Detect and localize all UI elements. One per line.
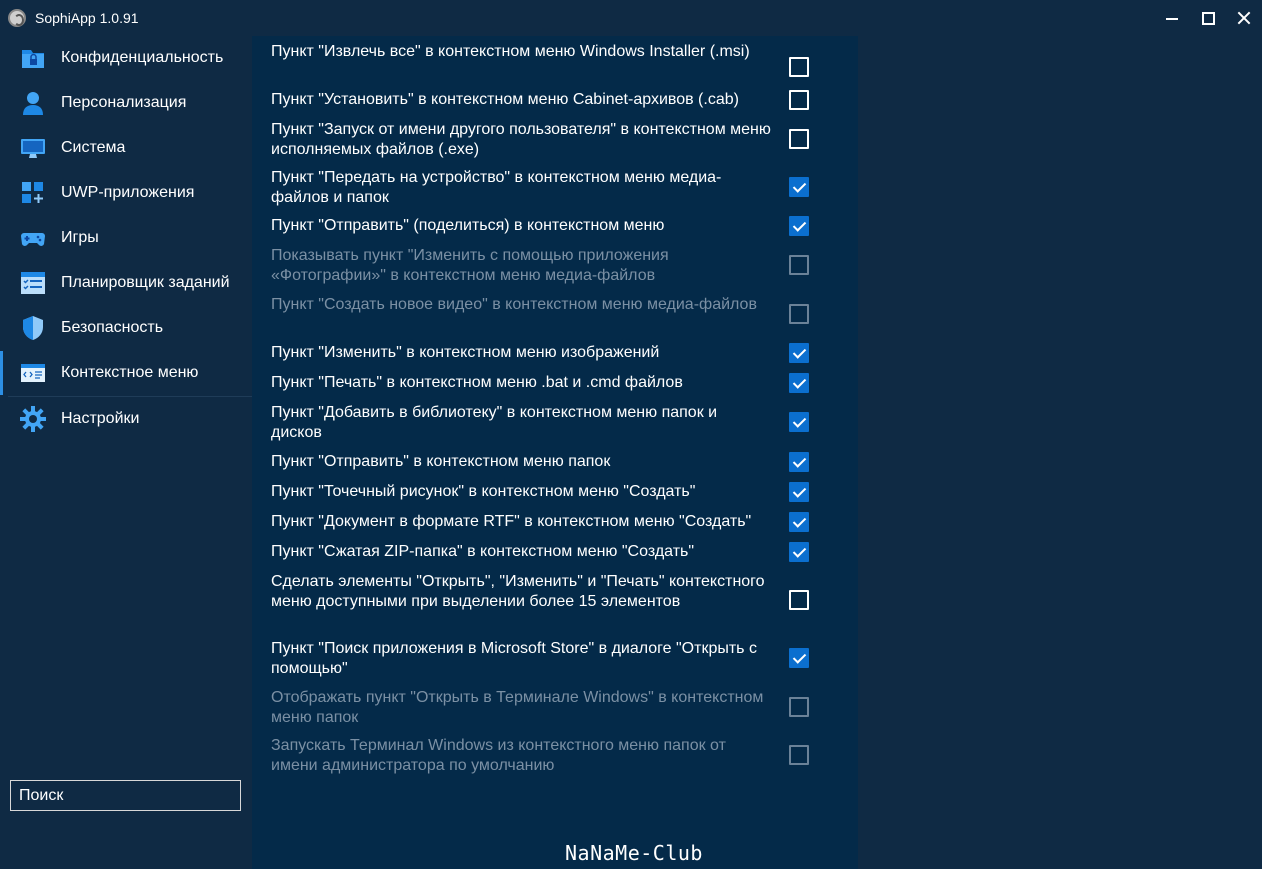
setting-checkbox[interactable]: [789, 129, 809, 149]
lock-folder-icon: [22, 50, 44, 68]
sidebar-item-context-menu[interactable]: Контекстное меню: [0, 351, 252, 395]
setting-label: Пункт "Печать" в контекстном меню .bat и…: [271, 374, 683, 391]
sidebar: Конфиденциальность Персонализация Систем…: [0, 36, 252, 869]
setting-label: Пункт "Запуск от имени другого пользоват…: [271, 121, 771, 158]
setting-checkbox[interactable]: [789, 255, 809, 275]
sidebar-item-label: Безопасность: [61, 319, 164, 336]
search-input[interactable]: [10, 780, 241, 811]
minimize-button[interactable]: [1154, 0, 1190, 36]
setting-label: Пункт "Поиск приложения в Microsoft Stor…: [271, 640, 757, 677]
setting-checkbox[interactable]: [789, 542, 809, 562]
shield-icon: [23, 316, 43, 340]
sidebar-item-label: Система: [61, 139, 126, 156]
setting-label: Пункт "Отправить" (поделиться) в контекс…: [271, 217, 665, 234]
setting-checkbox[interactable]: [789, 697, 809, 717]
sidebar-item-privacy[interactable]: Конфиденциальность: [0, 36, 252, 80]
setting-checkbox[interactable]: [789, 177, 809, 197]
setting-label: Пункт "Добавить в библиотеку" в контекст…: [271, 404, 718, 441]
setting-label: Пункт "Сжатая ZIP-папка" в контекстном м…: [271, 543, 695, 560]
apps-grid-icon: [22, 182, 43, 203]
setting-label: Запускать Терминал Windows из контекстно…: [271, 737, 726, 774]
setting-checkbox[interactable]: [789, 512, 809, 532]
context-menu-icon: [21, 364, 45, 382]
title-bar: SophiApp 1.0.91: [0, 0, 1262, 36]
setting-label: Сделать элементы "Открыть", "Изменить" и…: [271, 573, 765, 610]
sidebar-item-games[interactable]: Игры: [0, 216, 252, 260]
setting-checkbox[interactable]: [789, 373, 809, 393]
setting-checkbox[interactable]: [789, 57, 809, 77]
setting-label: Пункт "Изменить" в контекстном меню изоб…: [271, 344, 660, 361]
setting-checkbox[interactable]: [789, 216, 809, 236]
sidebar-item-task-scheduler[interactable]: Планировщик заданий: [0, 261, 252, 305]
setting-checkbox[interactable]: [789, 648, 809, 668]
sidebar-item-label: Игры: [61, 229, 99, 246]
setting-label: Пункт "Отправить" в контекстном меню пап…: [271, 453, 611, 470]
sidebar-item-label: Конфиденциальность: [61, 49, 224, 66]
maximize-icon: [1201, 11, 1215, 25]
setting-checkbox[interactable]: [789, 452, 809, 472]
app-logo-icon: [8, 9, 26, 27]
user-icon: [23, 92, 43, 115]
sidebar-item-settings[interactable]: Настройки: [0, 397, 252, 441]
close-button[interactable]: [1226, 0, 1262, 36]
setting-checkbox[interactable]: [789, 90, 809, 110]
setting-label: Пункт "Передать на устройство" в контекс…: [271, 169, 722, 206]
sidebar-item-label: Настройки: [61, 410, 140, 427]
task-list-icon: [21, 272, 45, 294]
setting-label: Пункт "Установить" в контекстном меню Ca…: [271, 91, 739, 108]
sidebar-item-label: Персонализация: [61, 94, 187, 111]
setting-checkbox[interactable]: [789, 745, 809, 765]
gear-icon: [20, 406, 46, 432]
setting-checkbox[interactable]: [789, 590, 809, 610]
monitor-icon: [21, 139, 45, 158]
settings-list: Пункт "Извлечь все" в контекстном меню W…: [252, 36, 858, 869]
sidebar-item-label: UWP-приложения: [61, 184, 195, 201]
setting-label: Пункт "Точечный рисунок" в контекстном м…: [271, 483, 696, 500]
setting-label: Пункт "Извлечь все" в контекстном меню W…: [271, 43, 750, 60]
setting-label: Отображать пункт "Открыть в Терминале Wi…: [271, 689, 764, 726]
sidebar-item-label: Планировщик заданий: [61, 274, 230, 291]
watermark: NaNaMe-Club: [565, 841, 703, 865]
setting-checkbox[interactable]: [789, 304, 809, 324]
sidebar-item-uwp[interactable]: UWP-приложения: [0, 171, 252, 215]
sidebar-item-personalization[interactable]: Персонализация: [0, 81, 252, 125]
window-title: SophiApp 1.0.91: [35, 10, 139, 26]
setting-checkbox[interactable]: [789, 482, 809, 502]
setting-label: Пункт "Документ в формате RTF" в контекс…: [271, 513, 752, 530]
sidebar-item-security[interactable]: Безопасность: [0, 306, 252, 350]
minimize-icon: [1166, 18, 1178, 20]
gamepad-icon: [21, 233, 45, 246]
active-indicator: [0, 351, 3, 395]
setting-checkbox[interactable]: [789, 343, 809, 363]
details-panel: [858, 36, 1262, 869]
setting-label: Показывать пункт "Изменить с помощью при…: [271, 247, 669, 284]
setting-checkbox[interactable]: [789, 412, 809, 432]
sidebar-item-system[interactable]: Система: [0, 126, 252, 170]
setting-label: Пункт "Создать новое видео" в контекстно…: [271, 296, 757, 313]
close-icon: [1237, 11, 1251, 25]
maximize-button[interactable]: [1190, 0, 1226, 36]
sidebar-item-label: Контекстное меню: [61, 364, 199, 381]
